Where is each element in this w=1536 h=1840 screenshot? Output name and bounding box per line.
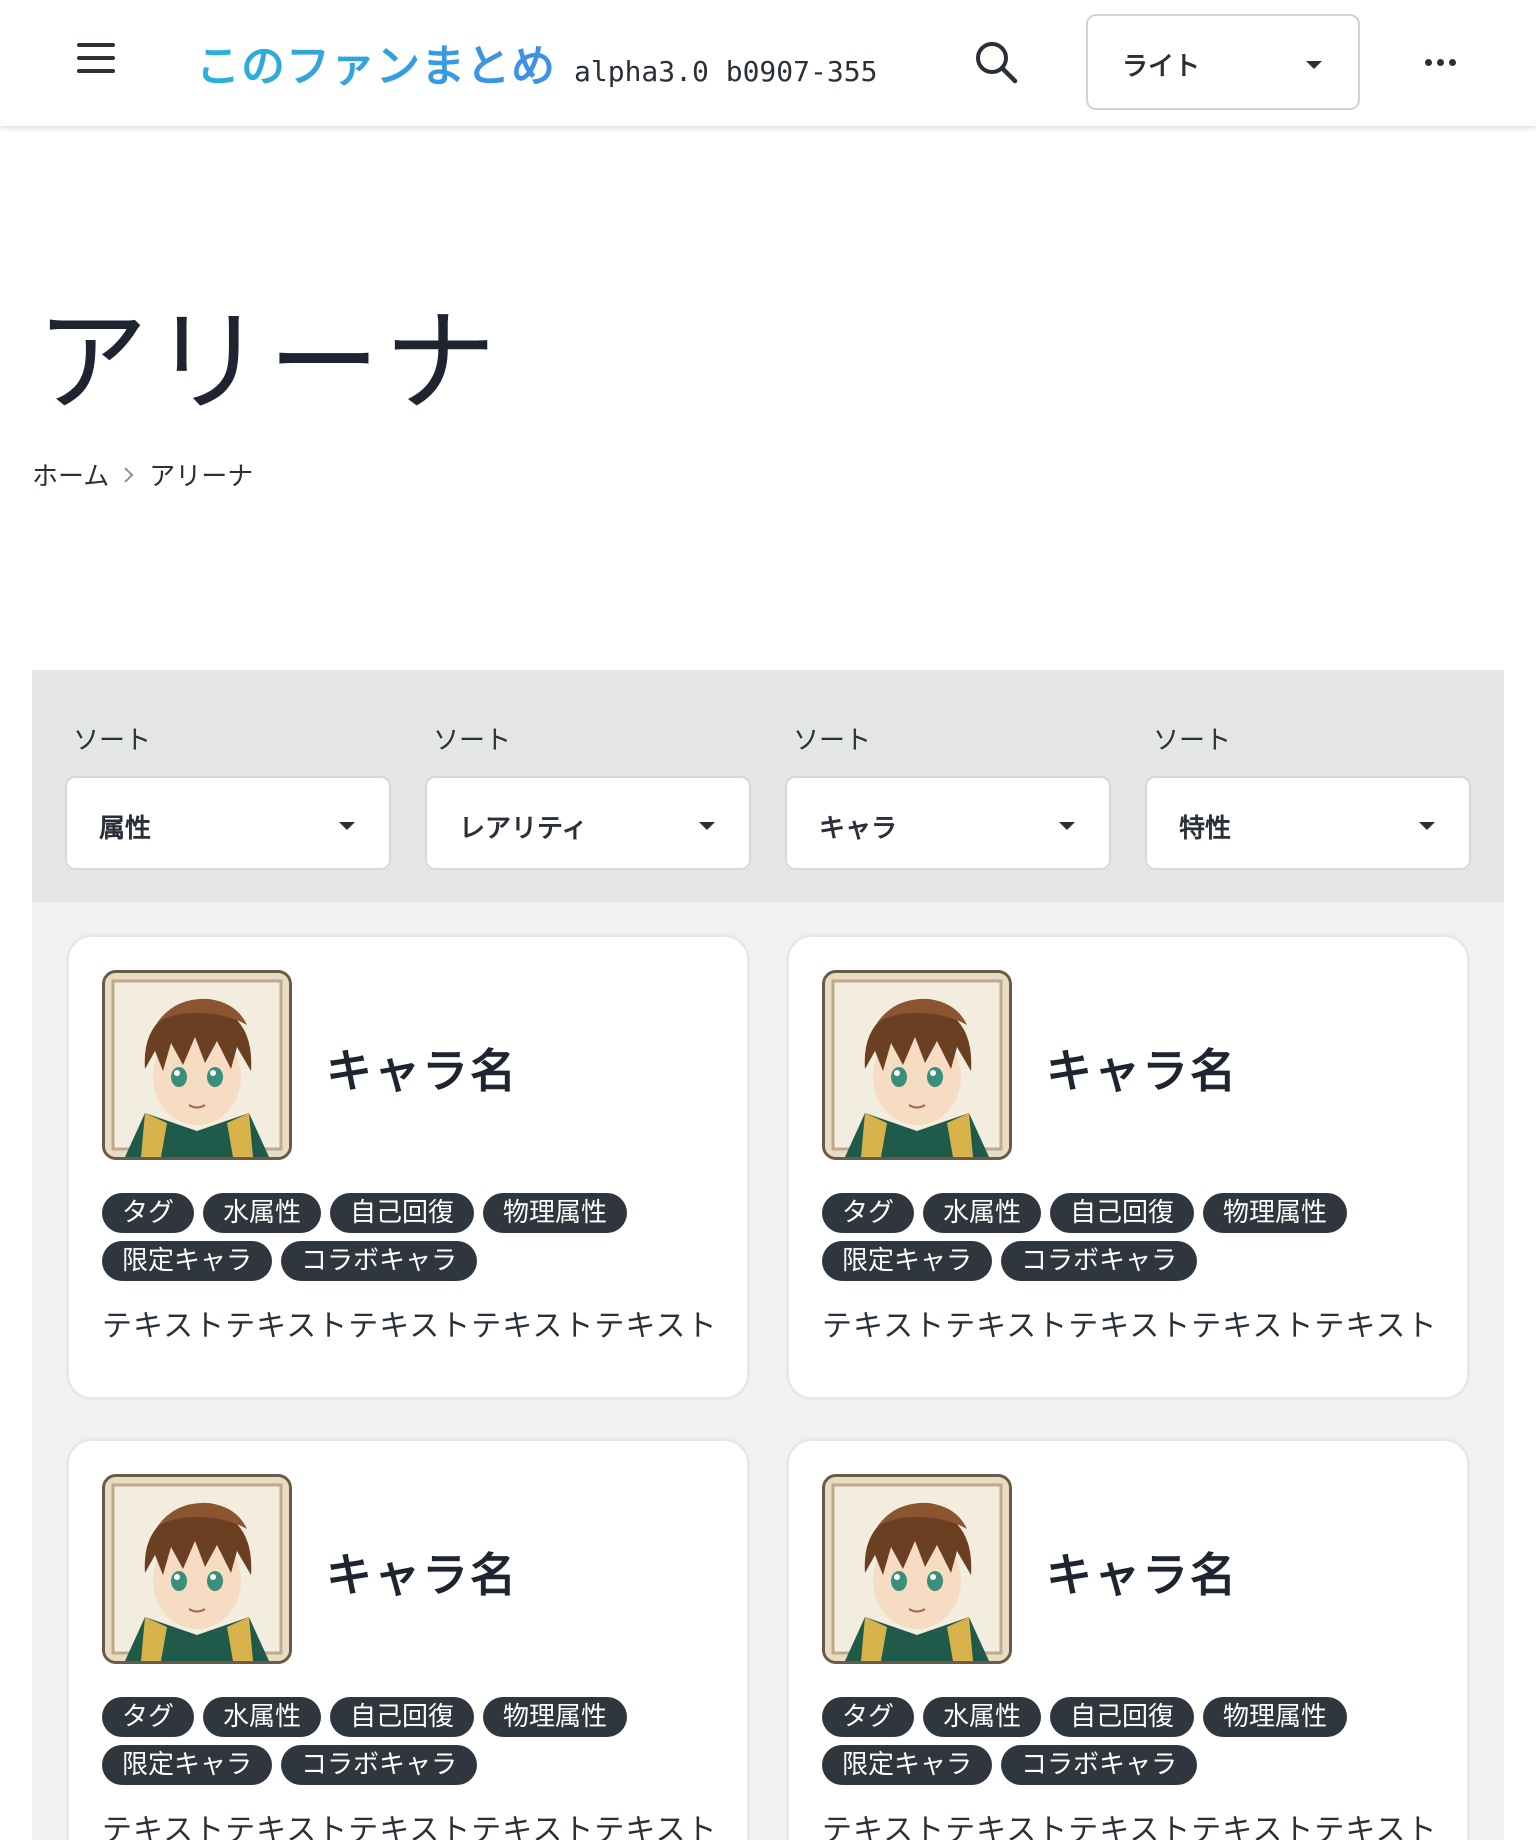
character-card[interactable]: キャラ名 タグ 水属性 自己回復 物理属性 限定キャラ コラボキャラ テキストテ…: [786, 934, 1470, 1400]
caret-down-icon: [339, 822, 355, 830]
filter-character-select[interactable]: キャラ: [785, 776, 1111, 870]
tag-chip[interactable]: 自己回復: [1050, 1697, 1195, 1737]
tag-chip[interactable]: 物理属性: [1203, 1697, 1348, 1737]
tag-chip[interactable]: タグ: [822, 1193, 915, 1233]
tag-chip[interactable]: 自己回復: [1050, 1193, 1195, 1233]
character-avatar: [822, 1474, 1012, 1664]
tag-chip[interactable]: 限定キャラ: [822, 1241, 993, 1281]
breadcrumb-home[interactable]: ホーム: [32, 456, 109, 493]
tag-chip[interactable]: タグ: [102, 1193, 195, 1233]
character-description: テキストテキストテキストテキストテキスト: [822, 1813, 1438, 1840]
hamburger-menu-icon[interactable]: [74, 43, 118, 79]
caret-down-icon: [1306, 61, 1322, 69]
character-description: テキストテキストテキストテキストテキスト: [102, 1309, 718, 1344]
filter-trait-select[interactable]: 特性: [1145, 776, 1471, 870]
tag-chip[interactable]: 水属性: [923, 1697, 1042, 1737]
tag-chip[interactable]: 限定キャラ: [822, 1745, 993, 1785]
character-avatar: [102, 1474, 292, 1664]
site-brand[interactable]: このファンまとめ alpha3.0 b0907-355: [196, 30, 878, 92]
tag-list: タグ 水属性 自己回復 物理属性 限定キャラ コラボキャラ: [822, 1697, 1442, 1785]
character-description: テキストテキストテキストテキストテキスト: [822, 1309, 1438, 1344]
site-title[interactable]: このファンまとめ: [196, 30, 556, 94]
filter-select-value: レアリティ: [459, 814, 588, 844]
tag-list: タグ 水属性 自己回復 物理属性 限定キャラ コラボキャラ: [822, 1193, 1442, 1281]
character-description: テキストテキストテキストテキストテキスト: [102, 1813, 718, 1840]
filter-select-value: 属性: [99, 814, 152, 844]
character-name: キャラ名: [1046, 1548, 1238, 1602]
tag-chip[interactable]: 限定キャラ: [102, 1745, 273, 1785]
filter-character: ソート キャラ: [785, 720, 1111, 870]
filter-select-value: 特性: [1179, 814, 1232, 844]
theme-select[interactable]: ライト: [1086, 14, 1360, 110]
tag-chip[interactable]: 限定キャラ: [102, 1241, 273, 1281]
filter-trait: ソート 特性: [1145, 720, 1471, 870]
caret-down-icon: [699, 822, 715, 830]
tag-chip[interactable]: 自己回復: [330, 1193, 475, 1233]
filter-label: ソート: [793, 726, 872, 756]
character-avatar: [102, 970, 292, 1160]
tag-chip[interactable]: 物理属性: [483, 1697, 628, 1737]
caret-down-icon: [1059, 822, 1075, 830]
search-icon[interactable]: [972, 38, 1020, 86]
filter-label: ソート: [433, 726, 512, 756]
tag-chip[interactable]: 水属性: [923, 1193, 1042, 1233]
caret-down-icon: [1419, 822, 1435, 830]
filter-attribute: ソート 属性: [65, 720, 391, 870]
tag-chip[interactable]: タグ: [822, 1697, 915, 1737]
site-version: alpha3.0 b0907-355: [574, 55, 878, 88]
filter-rarity-select[interactable]: レアリティ: [425, 776, 751, 870]
character-card[interactable]: キャラ名 タグ 水属性 自己回復 物理属性 限定キャラ コラボキャラ テキストテ…: [66, 1438, 750, 1840]
breadcrumb: ホーム アリーナ: [32, 456, 253, 493]
character-card[interactable]: キャラ名 タグ 水属性 自己回復 物理属性 限定キャラ コラボキャラ テキストテ…: [786, 1438, 1470, 1840]
theme-select-value: ライト: [1122, 52, 1201, 82]
page-title: アリーナ: [36, 298, 500, 428]
tag-chip[interactable]: コラボキャラ: [1001, 1241, 1198, 1281]
tag-chip[interactable]: 水属性: [203, 1697, 322, 1737]
top-app-bar: このファンまとめ alpha3.0 b0907-355 ライト: [0, 0, 1536, 126]
tag-chip[interactable]: コラボキャラ: [1001, 1745, 1198, 1785]
tag-chip[interactable]: コラボキャラ: [281, 1241, 478, 1281]
tag-chip[interactable]: コラボキャラ: [281, 1745, 478, 1785]
tag-chip[interactable]: 自己回復: [330, 1697, 475, 1737]
character-card[interactable]: キャラ名 タグ 水属性 自己回復 物理属性 限定キャラ コラボキャラ テキストテ…: [66, 934, 750, 1400]
filter-label: ソート: [1153, 726, 1232, 756]
character-name: キャラ名: [326, 1044, 518, 1098]
chevron-right-icon: [109, 465, 149, 485]
more-horizontal-icon[interactable]: [1420, 44, 1460, 80]
filter-select-value: キャラ: [819, 814, 898, 844]
filter-label: ソート: [73, 726, 152, 756]
filter-attribute-select[interactable]: 属性: [65, 776, 391, 870]
tag-chip[interactable]: タグ: [102, 1697, 195, 1737]
filter-rarity: ソート レアリティ: [425, 720, 751, 870]
tag-chip[interactable]: 物理属性: [1203, 1193, 1348, 1233]
tag-list: タグ 水属性 自己回復 物理属性 限定キャラ コラボキャラ: [102, 1193, 722, 1281]
character-name: キャラ名: [1046, 1044, 1238, 1098]
filter-bar: ソート 属性 ソート レアリティ ソート キャラ ソート 特性: [32, 670, 1504, 902]
character-avatar: [822, 970, 1012, 1160]
tag-chip[interactable]: 水属性: [203, 1193, 322, 1233]
breadcrumb-current: アリーナ: [149, 462, 254, 492]
character-name: キャラ名: [326, 1548, 518, 1602]
tag-list: タグ 水属性 自己回復 物理属性 限定キャラ コラボキャラ: [102, 1697, 722, 1785]
tag-chip[interactable]: 物理属性: [483, 1193, 628, 1233]
